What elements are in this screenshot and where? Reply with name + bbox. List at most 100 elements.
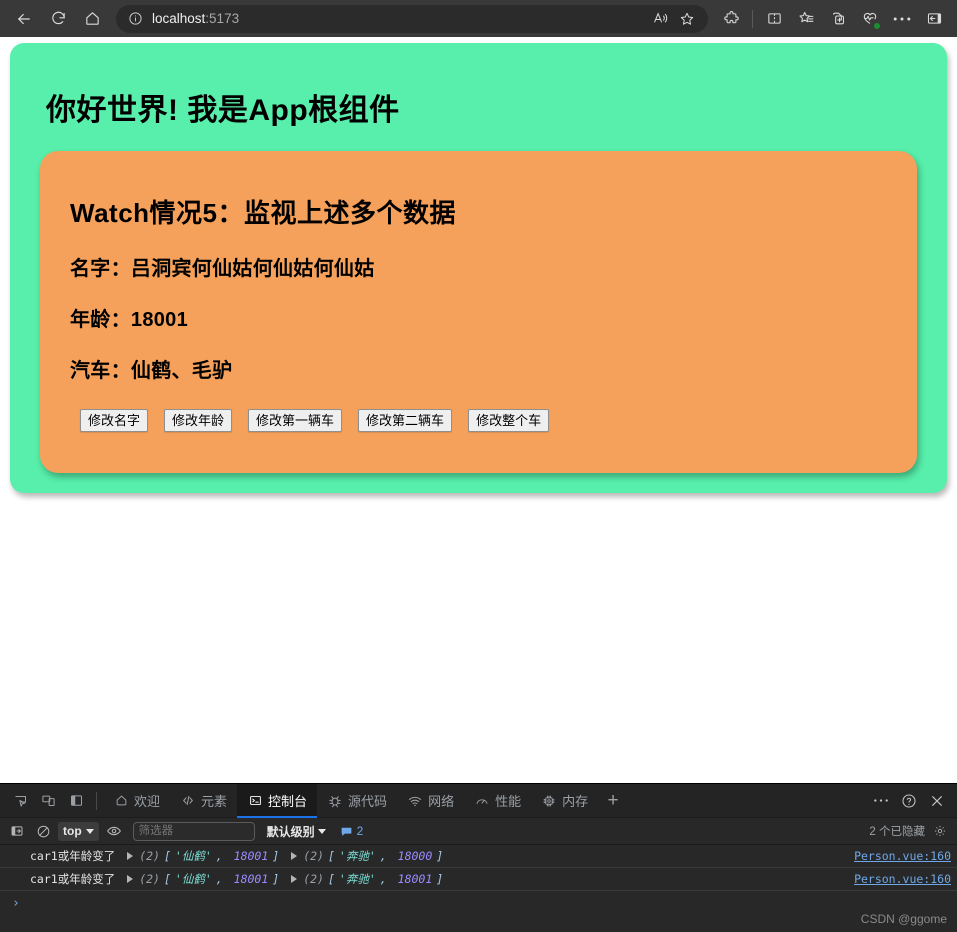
log-array-2[interactable]: (2) [ '奔驰' , 18001 ]	[291, 871, 443, 887]
tab-console[interactable]: 控制台	[237, 783, 318, 818]
console-filter-input[interactable]	[132, 821, 255, 841]
array-comma: ,	[215, 872, 230, 886]
hidden-messages-count: 2 个已隐藏	[869, 826, 925, 838]
age-line: 年龄：18001	[70, 309, 189, 331]
browser-health-icon[interactable]	[855, 4, 885, 34]
code-icon	[180, 793, 196, 809]
array-open-bracket: [	[327, 849, 335, 863]
chevron-down-icon	[85, 828, 94, 834]
array-length: (2)	[139, 872, 160, 886]
tab-elements-label: 元素	[201, 794, 228, 809]
log-message: car1或年龄变了	[30, 849, 116, 863]
log-level-selector[interactable]: 默认级别	[267, 823, 326, 840]
favorite-star-icon[interactable]	[674, 7, 700, 31]
read-aloud-icon[interactable]	[648, 7, 674, 31]
browser-essentials-icon[interactable]	[823, 4, 853, 34]
collections-icon[interactable]	[791, 4, 821, 34]
tabbar-divider	[96, 791, 97, 810]
tab-elements[interactable]: 元素	[170, 784, 237, 818]
memory-icon	[541, 793, 557, 809]
url-host: localhost	[152, 11, 206, 26]
array-item-0: '奔驰'	[338, 872, 376, 886]
settings-gear-icon[interactable]	[929, 821, 951, 841]
inspect-element-icon[interactable]	[6, 787, 34, 815]
change-age-button[interactable]: 修改年龄	[164, 409, 233, 432]
expand-triangle-icon[interactable]	[291, 875, 298, 883]
tab-memory[interactable]: 内存	[531, 784, 598, 818]
sidebar-toggle-icon[interactable]	[919, 4, 949, 34]
execution-context-selector[interactable]: top	[58, 821, 99, 841]
tab-sources[interactable]: 源代码	[317, 784, 397, 818]
address-bar-text: localhost:5173	[144, 11, 648, 26]
device-toolbar-icon[interactable]	[34, 787, 62, 815]
live-expression-icon[interactable]	[103, 821, 125, 841]
tab-sources-label: 源代码	[348, 794, 388, 809]
execution-context-label: top	[63, 824, 82, 838]
browser-toolbar: localhost:5173	[0, 0, 957, 37]
add-panel-button[interactable]: +	[598, 784, 628, 818]
tab-network[interactable]: 网络	[397, 784, 464, 818]
tab-welcome-label: 欢迎	[134, 794, 161, 809]
log-level-label: 默认级别	[266, 824, 315, 839]
console-sidebar-icon[interactable]	[6, 821, 28, 841]
array-open-bracket: [	[163, 849, 171, 863]
log-array-1[interactable]: (2) [ '仙鹤' , 18001 ]	[127, 848, 279, 864]
change-first-car-button[interactable]: 修改第一辆车	[248, 409, 343, 432]
array-close-bracket: ]	[436, 849, 444, 863]
array-item-1: 18000	[397, 849, 433, 863]
log-message: car1或年龄变了	[30, 872, 116, 886]
console-prompt[interactable]: ›	[0, 891, 957, 915]
devtools-more-icon[interactable]	[867, 787, 895, 815]
tab-welcome[interactable]: 欢迎	[103, 784, 170, 818]
site-info-icon[interactable]	[126, 10, 144, 28]
page-viewport: 你好世界! 我是App根组件 Watch情况5：监视上述多个数据 名字：吕洞宾何…	[0, 37, 957, 783]
array-close-bracket: ]	[436, 872, 444, 886]
back-button[interactable]	[8, 4, 40, 34]
bug-icon	[327, 793, 343, 809]
refresh-button[interactable]	[42, 4, 74, 34]
extensions-icon[interactable]	[716, 4, 746, 34]
name-line: 名字：吕洞宾何仙姑何仙姑何仙姑	[70, 258, 375, 280]
log-array-2[interactable]: (2) [ '奔驰' , 18000 ]	[291, 848, 443, 864]
expand-triangle-icon[interactable]	[127, 875, 134, 883]
prompt-caret-icon: ›	[12, 895, 20, 911]
console-log-row[interactable]: car1或年龄变了 (2) [ '仙鹤' , 18001 ] (2) [ '奔驰…	[0, 868, 957, 891]
tab-performance[interactable]: 性能	[464, 784, 531, 818]
tab-memory-label: 内存	[562, 794, 589, 809]
home-icon	[113, 793, 129, 809]
change-whole-car-button[interactable]: 修改整个车	[468, 409, 550, 432]
console-log-area[interactable]: car1或年龄变了 (2) [ '仙鹤' , 18001 ] (2) [ '奔驰…	[0, 845, 957, 932]
expand-triangle-icon[interactable]	[291, 852, 298, 860]
change-name-button[interactable]: 修改名字	[80, 409, 149, 432]
toggle-drawer-icon[interactable]	[62, 787, 90, 815]
person-component-card: Watch情况5：监视上述多个数据 名字：吕洞宾何仙姑何仙姑何仙姑 年龄：180…	[40, 151, 917, 473]
array-open-bracket: [	[327, 872, 335, 886]
url-port: :5173	[205, 11, 240, 26]
devtools-close-icon[interactable]	[923, 787, 951, 815]
settings-and-more-icon[interactable]	[887, 4, 917, 34]
clear-console-icon[interactable]	[32, 821, 54, 841]
devtools-help-icon[interactable]	[895, 787, 923, 815]
message-count-badge[interactable]: 2	[340, 824, 363, 838]
split-screen-icon[interactable]	[759, 4, 789, 34]
change-second-car-button[interactable]: 修改第二辆车	[358, 409, 453, 432]
log-source-link[interactable]: Person.vue:160	[844, 849, 951, 863]
array-comma: ,	[379, 872, 394, 886]
toolbar-divider	[752, 9, 753, 28]
car-line: 汽车：仙鹤、毛驴	[70, 360, 233, 382]
log-array-1[interactable]: (2) [ '仙鹤' , 18001 ]	[127, 871, 279, 887]
expand-triangle-icon[interactable]	[127, 852, 134, 860]
array-length: (2)	[303, 872, 324, 886]
address-bar[interactable]: localhost:5173	[116, 4, 708, 33]
array-length: (2)	[303, 849, 324, 863]
log-source-link[interactable]: Person.vue:160	[844, 872, 951, 886]
speech-bubble-icon	[341, 827, 352, 836]
console-log-row[interactable]: car1或年龄变了 (2) [ '仙鹤' , 18001 ] (2) [ '奔驰…	[0, 845, 957, 868]
tab-console-label: 控制台	[268, 794, 308, 809]
devtools-tabbar-right	[867, 787, 957, 815]
console-toolbar: top 默认级别 2 2 个已隐藏	[0, 818, 957, 845]
watermark: CSDN @ggome	[860, 912, 947, 926]
home-button[interactable]	[76, 4, 108, 34]
array-item-1: 18001	[233, 872, 269, 886]
array-close-bracket: ]	[272, 849, 280, 863]
